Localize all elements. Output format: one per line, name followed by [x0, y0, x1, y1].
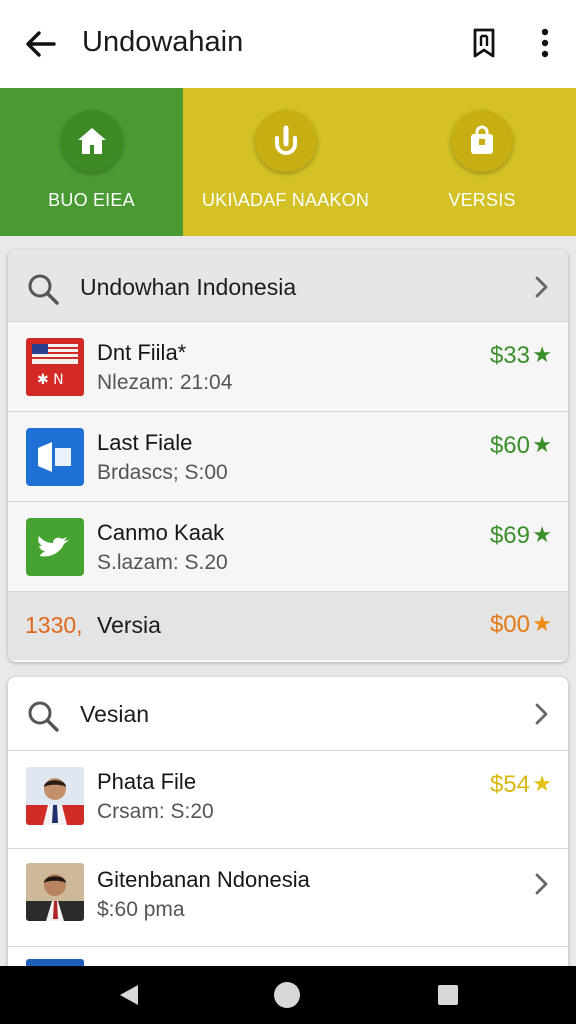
bird-icon: [26, 518, 84, 576]
item-subtitle: Brdascs; S:00: [97, 461, 228, 484]
category-touch[interactable]: UKI\ADAF NAAKON: [183, 88, 388, 236]
nav-home-icon[interactable]: [272, 980, 302, 1010]
chevron-right-icon[interactable]: [530, 701, 554, 727]
bookmark-icon[interactable]: [466, 25, 502, 61]
nav-back-icon[interactable]: [114, 980, 144, 1010]
category-label: VERSIS: [448, 190, 516, 210]
avatar: [26, 863, 84, 921]
star-icon[interactable]: ★: [532, 344, 552, 366]
home-icon: [60, 110, 123, 172]
category-panel-green: BUO EIEA: [0, 88, 183, 236]
svg-text:✱ N: ✱ N: [37, 372, 64, 388]
card-header[interactable]: Vesian: [8, 677, 568, 751]
bag-icon: [451, 110, 513, 172]
touch-icon: [254, 110, 317, 172]
search-icon: [28, 274, 59, 305]
item-name: Dnt Fiila*: [97, 340, 187, 365]
item-price: $54: [489, 771, 530, 798]
arrow-back-icon[interactable]: [22, 26, 58, 62]
list-item[interactable]: Gitenbanan Ndonesia $:60 pma: [8, 849, 568, 947]
system-nav-bar: [0, 966, 576, 1024]
flag-thumbnail: ✱ N: [26, 338, 84, 396]
star-icon[interactable]: ★: [532, 773, 552, 795]
category-panel-yellow: UKI\ADAF NAAKON VERSIS: [183, 88, 576, 236]
nav-recents-icon[interactable]: [433, 980, 463, 1010]
item-price: $69: [489, 522, 530, 549]
list-item[interactable]: ✱ N Dnt Fiila* Nlezam: 21:04 $33 ★: [8, 322, 568, 412]
results-card: Undowhan Indonesia ✱ N Dnt Fiila* Nlezam…: [8, 250, 568, 662]
star-icon[interactable]: ★: [532, 613, 552, 635]
category-versis[interactable]: VERSIS: [388, 88, 576, 236]
avatar: [26, 767, 84, 825]
chevron-right-icon[interactable]: [530, 871, 554, 897]
card-header[interactable]: Undowhan Indonesia: [8, 250, 568, 322]
category-label: UKI\ADAF NAAKON: [201, 190, 370, 210]
category-bar: BUO EIEA UKI\ADAF NAAKON VERSIS: [0, 88, 576, 236]
item-name: Last Fiale: [97, 430, 193, 455]
blue-app-thumbnail: [26, 428, 84, 486]
star-icon[interactable]: ★: [532, 524, 552, 546]
secondary-card: Vesian Phata File Crsam: S:20 $54 ★ Gite…: [8, 677, 568, 977]
chevron-right-icon[interactable]: [530, 274, 554, 300]
item-subtitle: Crsam: S:20: [97, 800, 214, 823]
item-name: Phata File: [97, 769, 197, 794]
item-subtitle: S.lazam: S.20: [97, 551, 228, 574]
page-title: Undowahain: [82, 26, 244, 58]
list-item[interactable]: Canmo Kaak S.lazam: S.20 $69 ★: [8, 502, 568, 592]
summary-row[interactable]: 1330, Versia $00 ★: [8, 592, 568, 660]
card-title: Undowhan Indonesia: [80, 274, 297, 300]
summary-label: Versia: [97, 612, 161, 638]
summary-price: $00: [489, 611, 530, 638]
card-title: Vesian: [80, 701, 150, 727]
list-item[interactable]: Phata File Crsam: S:20 $54 ★: [8, 751, 568, 849]
search-icon: [28, 701, 59, 732]
category-label: BUO EIEA: [48, 190, 135, 210]
item-name: Gitenbanan Ndonesia: [97, 867, 310, 892]
item-price: $33: [489, 342, 530, 369]
item-subtitle: $:60 pma: [97, 898, 185, 921]
item-name: Canmo Kaak: [97, 520, 225, 545]
summary-count: 1330,: [25, 612, 83, 638]
category-home[interactable]: BUO EIEA: [0, 88, 183, 236]
app-bar: Undowahain: [0, 0, 576, 88]
list-item[interactable]: Last Fiale Brdascs; S:00 $60 ★: [8, 412, 568, 502]
more-vert-icon[interactable]: [527, 25, 563, 61]
item-price: $60: [489, 432, 530, 459]
star-icon[interactable]: ★: [532, 434, 552, 456]
item-subtitle: Nlezam: 21:04: [97, 371, 233, 394]
